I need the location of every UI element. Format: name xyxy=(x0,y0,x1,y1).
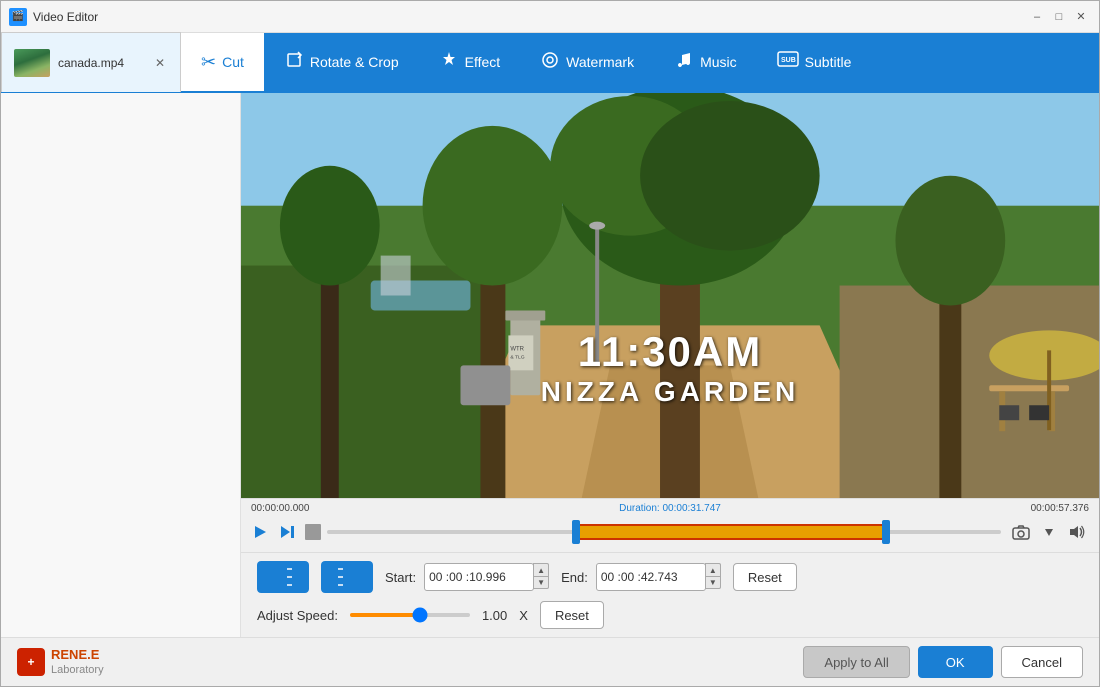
cut-row-2: Adjust Speed: 1.00 X Reset xyxy=(257,601,1083,629)
tab-subtitle[interactable]: SUB Subtitle xyxy=(757,33,872,91)
stop-button[interactable] xyxy=(305,524,321,540)
play-button[interactable] xyxy=(249,521,271,543)
start-time-up-button[interactable]: ▲ xyxy=(533,563,549,576)
start-time-down-button[interactable]: ▼ xyxy=(533,576,549,589)
timeline-row xyxy=(249,516,1091,548)
cut-row-1: Start: ▲ ▼ End: xyxy=(257,561,1083,593)
tab-subtitle-label: Subtitle xyxy=(805,54,852,70)
app-icon: 🎬 xyxy=(9,8,27,26)
main-content: WTR & TLG xyxy=(1,93,1099,637)
end-time-spinner: ▲ ▼ xyxy=(705,563,721,591)
timeline-area: 00:00:00.000 Duration: 00:00:31.747 00:0… xyxy=(241,498,1099,552)
tab-effect-label: Effect xyxy=(465,54,501,70)
close-button[interactable]: ✕ xyxy=(1071,7,1091,27)
svg-text:SUB: SUB xyxy=(781,57,796,64)
screenshot-dropdown-button[interactable] xyxy=(1041,525,1057,539)
brand-name-line1: RENE.E xyxy=(51,647,99,662)
end-time-down-button[interactable]: ▼ xyxy=(705,576,721,589)
brand-text: RENE.E Laboratory xyxy=(51,647,104,676)
title-bar: 🎬 Video Editor – □ ✕ xyxy=(1,1,1099,33)
cut-controls: Start: ▲ ▼ End: xyxy=(241,552,1099,637)
speed-slider[interactable] xyxy=(350,613,470,617)
end-time-label: End: xyxy=(561,570,588,585)
tab-rotate-crop[interactable]: Rotate & Crop xyxy=(264,33,419,91)
time-end-label: 00:00:57.376 xyxy=(1031,503,1089,514)
subtitle-icon: SUB xyxy=(777,51,799,74)
file-thumbnail xyxy=(14,49,50,77)
watermark-icon xyxy=(540,50,560,75)
window-title: Video Editor xyxy=(33,10,1027,24)
music-icon xyxy=(674,50,694,75)
file-tab[interactable]: canada.mp4 ✕ xyxy=(1,32,181,92)
tab-watermark-label: Watermark xyxy=(566,54,634,70)
left-panel xyxy=(1,93,241,637)
svg-text:WTR: WTR xyxy=(510,346,524,352)
tab-music-label: Music xyxy=(700,54,737,70)
cut-start-button[interactable] xyxy=(257,561,309,593)
speed-value: 1.00 xyxy=(482,608,507,623)
effect-icon xyxy=(439,50,459,75)
time-start-label: 00:00:00.000 xyxy=(251,503,309,514)
video-time-text: 11:30AM xyxy=(541,328,800,376)
step-forward-button[interactable] xyxy=(277,521,299,543)
minimize-button[interactable]: – xyxy=(1027,7,1047,27)
end-time-group: End: ▲ ▼ xyxy=(561,563,721,591)
ok-button[interactable]: OK xyxy=(918,646,993,678)
bottom-buttons: Apply to All OK Cancel xyxy=(803,646,1083,678)
brand-name-line2: Laboratory xyxy=(51,664,104,676)
cut-end-button[interactable] xyxy=(321,561,373,593)
file-name: canada.mp4 xyxy=(58,56,152,70)
bottom-bar: + RENE.E Laboratory Apply to All OK Canc… xyxy=(1,637,1099,686)
end-time-field: ▲ ▼ xyxy=(596,563,721,591)
duration-label: Duration: 00:00:31.747 xyxy=(619,503,721,514)
time-reset-button[interactable]: Reset xyxy=(733,563,797,591)
video-location-text: NIZZA GARDEN xyxy=(541,376,800,408)
brand-logo: + RENE.E Laboratory xyxy=(17,647,104,676)
tab-cut[interactable]: ✂ Cut xyxy=(181,33,264,91)
speed-x: X xyxy=(519,608,528,623)
video-area: WTR & TLG xyxy=(241,93,1099,637)
tab-music[interactable]: Music xyxy=(654,33,757,91)
speed-label: Adjust Speed: xyxy=(257,608,338,623)
range-handle-right[interactable] xyxy=(882,520,890,544)
volume-button[interactable] xyxy=(1063,520,1091,544)
cancel-button[interactable]: Cancel xyxy=(1001,646,1083,678)
end-time-input[interactable] xyxy=(596,563,706,591)
video-overlay-text: 11:30AM NIZZA GARDEN xyxy=(541,328,800,408)
svg-text:& TLG: & TLG xyxy=(510,354,524,360)
tab-bar: canada.mp4 ✕ ✂ Cut Rotate & Crop xyxy=(1,33,1099,93)
tab-effect[interactable]: Effect xyxy=(419,33,521,91)
video-preview: WTR & TLG xyxy=(241,93,1099,498)
speed-reset-button[interactable]: Reset xyxy=(540,601,604,629)
time-labels: 00:00:00.000 Duration: 00:00:31.747 00:0… xyxy=(249,503,1091,514)
brand-icon: + xyxy=(17,648,45,676)
video-frame: WTR & TLG xyxy=(241,93,1099,498)
start-time-label: Start: xyxy=(385,570,416,585)
start-time-field: ▲ ▼ xyxy=(424,563,549,591)
apply-to-all-button[interactable]: Apply to All xyxy=(803,646,909,678)
tab-rotate-crop-label: Rotate & Crop xyxy=(310,54,399,70)
rotate-icon xyxy=(284,50,304,75)
cut-icon: ✂ xyxy=(201,52,216,73)
nav-tabs: ✂ Cut Rotate & Crop Effect xyxy=(181,33,1099,91)
end-time-up-button[interactable]: ▲ xyxy=(705,563,721,576)
screenshot-button[interactable] xyxy=(1007,520,1035,544)
tab-watermark[interactable]: Watermark xyxy=(520,33,654,91)
file-tab-close-button[interactable]: ✕ xyxy=(152,55,168,71)
tab-cut-label: Cut xyxy=(222,54,244,70)
start-time-spinner: ▲ ▼ xyxy=(533,563,549,591)
range-handle-left[interactable] xyxy=(572,520,580,544)
start-time-group: Start: ▲ ▼ xyxy=(385,563,549,591)
start-time-input[interactable] xyxy=(424,563,534,591)
maximize-button[interactable]: □ xyxy=(1049,7,1069,27)
window-controls: – □ ✕ xyxy=(1027,7,1091,27)
timeline-track[interactable] xyxy=(327,518,1001,546)
speed-slider-container xyxy=(350,613,470,617)
selection-range[interactable] xyxy=(576,524,886,540)
main-window: 🎬 Video Editor – □ ✕ canada.mp4 ✕ ✂ Cut xyxy=(0,0,1100,687)
